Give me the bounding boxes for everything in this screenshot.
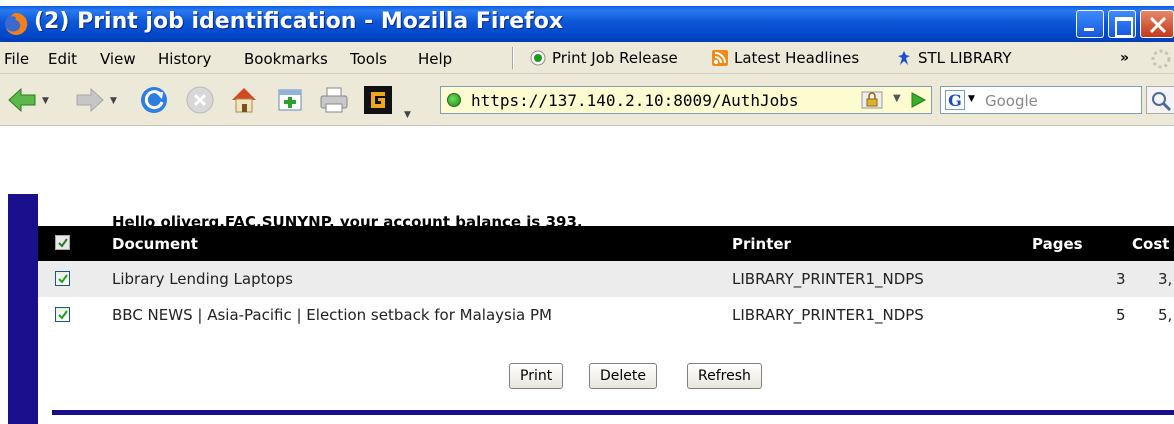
checkmark-icon (58, 238, 68, 248)
magnifier-icon (1152, 92, 1172, 112)
job-cost: 5, (1158, 306, 1173, 324)
forward-button[interactable] (74, 84, 106, 116)
page-count: 5 (1116, 306, 1126, 324)
firefox-icon (5, 12, 28, 35)
search-box[interactable]: G ▼ Google (940, 86, 1142, 114)
table-row: Library Lending Laptops LIBRARY_PRINTER1… (38, 261, 1174, 297)
green-dot-icon (530, 50, 546, 66)
bookmark-label: STL LIBRARY (918, 49, 1012, 67)
column-printer[interactable]: Printer (732, 235, 791, 253)
refresh-button[interactable]: Refresh (687, 363, 762, 389)
window-title: (2) Print job identification - Mozilla F… (34, 9, 564, 34)
column-document[interactable]: Document (112, 235, 198, 253)
stop-icon[interactable] (184, 84, 216, 116)
menu-view[interactable]: View (100, 50, 136, 68)
menu-bookmarks[interactable]: Bookmarks (244, 50, 328, 68)
search-engine-icon[interactable]: G (945, 90, 965, 110)
checkmark-icon (58, 310, 68, 320)
padlock-icon[interactable] (861, 91, 883, 109)
menu-tools[interactable]: Tools (350, 50, 387, 68)
bottom-divider (52, 410, 1174, 415)
menu-history[interactable]: History (158, 50, 211, 68)
print-button[interactable]: Print (509, 363, 564, 389)
bookmark-label: Print Job Release (552, 49, 678, 67)
table-row: BBC NEWS | Asia-Pacific | Election setba… (38, 297, 1174, 333)
back-dropdown-icon[interactable]: ▼ (42, 96, 49, 106)
menu-edit[interactable]: Edit (48, 50, 77, 68)
table-header: Document Printer Pages Cost (38, 226, 1174, 261)
url-text[interactable]: https://137.140.2.10:8009/AuthJobs (471, 91, 799, 110)
menu-help[interactable]: Help (418, 50, 452, 68)
throbber-icon (1151, 49, 1171, 69)
rss-feed-icon (712, 50, 728, 66)
print-icon[interactable] (318, 84, 350, 116)
bookmark-label: Latest Headlines (734, 49, 860, 67)
bookmarks-overflow-button[interactable]: » (1120, 50, 1129, 66)
window-titlebar: (2) Print job identification - Mozilla F… (0, 6, 1174, 42)
left-accent-bar (8, 194, 38, 424)
page-count: 3 (1116, 270, 1126, 288)
menu-bar: File Edit View History Bookmarks Tools H… (0, 42, 1174, 74)
minimize-button[interactable] (1076, 10, 1104, 38)
document-name: Library Lending Laptops (112, 270, 293, 288)
printer-name: LIBRARY_PRINTER1_NDPS (732, 270, 924, 288)
column-pages[interactable]: Pages (1032, 235, 1083, 253)
forward-dropdown-icon[interactable]: ▼ (110, 96, 117, 106)
close-icon (1149, 16, 1167, 34)
page-content: Hello oliverg.FAC.SUNYNP, your account b… (0, 127, 1174, 424)
g-extension-icon[interactable] (362, 84, 394, 116)
delete-button[interactable]: Delete (589, 363, 657, 389)
bookmark-figure-icon (898, 51, 910, 65)
bookmark-print-job-release[interactable]: Print Job Release (530, 49, 678, 67)
job-cost: 3, (1158, 270, 1173, 288)
bookmark-latest-headlines[interactable]: Latest Headlines (712, 49, 859, 67)
address-bar[interactable]: https://137.140.2.10:8009/AuthJobs ▼ (440, 86, 932, 114)
close-button[interactable] (1140, 10, 1174, 38)
printer-name: LIBRARY_PRINTER1_NDPS (732, 306, 924, 324)
site-identity-icon[interactable] (447, 93, 461, 107)
new-tab-icon[interactable] (274, 84, 306, 116)
column-cost[interactable]: Cost (1132, 235, 1169, 253)
document-name: BBC NEWS | Asia-Pacific | Election setba… (112, 306, 552, 324)
url-dropdown-icon[interactable]: ▼ (893, 93, 901, 104)
bookmark-stl-library[interactable]: STL LIBRARY (896, 49, 1012, 67)
menu-file[interactable]: File (4, 50, 29, 68)
search-button[interactable] (1146, 86, 1174, 114)
navigation-toolbar: ▼ ▼ ▼ https://137.140.2.10:8009/AuthJobs (0, 74, 1174, 126)
maximize-button[interactable] (1108, 10, 1136, 38)
home-icon[interactable] (228, 84, 260, 116)
extension-dropdown-icon[interactable]: ▼ (404, 110, 411, 120)
search-engine-dropdown-icon[interactable]: ▼ (968, 94, 975, 104)
menu-separator (512, 47, 514, 69)
go-arrow-icon[interactable] (908, 90, 928, 110)
back-button[interactable] (6, 84, 38, 116)
checkmark-icon (58, 274, 68, 284)
reload-icon[interactable] (138, 84, 170, 116)
search-input[interactable]: Google (985, 92, 1038, 110)
